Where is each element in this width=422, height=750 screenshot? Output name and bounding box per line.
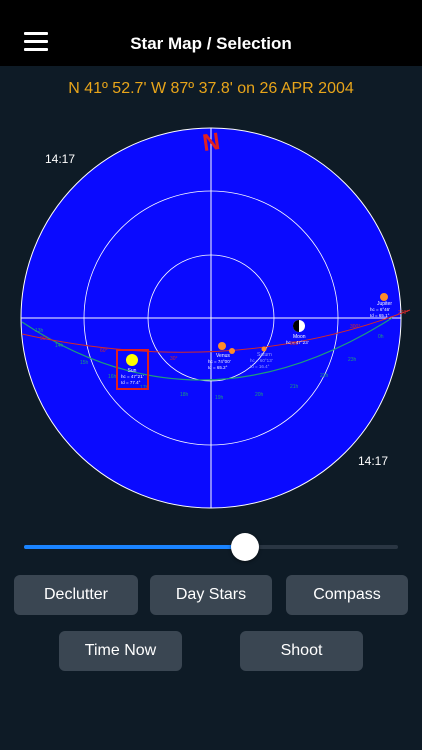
sun-icon: [126, 354, 138, 366]
map-time-bottom-right: 14:17: [358, 454, 389, 468]
svg-text:22h: 22h: [320, 373, 329, 379]
sun-distance: Id = 77.4°: [121, 380, 141, 385]
venus-distance: Id = 65.2°: [208, 365, 228, 370]
svg-text:0h: 0h: [378, 334, 384, 340]
shoot-button[interactable]: Shoot: [240, 631, 363, 671]
svg-text:18h: 18h: [180, 392, 189, 398]
svg-text:14h: 14h: [55, 343, 64, 349]
svg-text:21h: 21h: [290, 384, 299, 390]
svg-text:20h: 20h: [255, 392, 264, 398]
saturn-altitude: hc = 60°13': [250, 358, 273, 363]
svg-text:30°: 30°: [170, 356, 178, 362]
jupiter-icon: [380, 293, 388, 301]
jupiter-altitude: hc = 6°46': [370, 307, 390, 312]
svg-text:16h: 16h: [108, 374, 117, 380]
day-stars-button[interactable]: Day Stars: [150, 575, 272, 615]
svg-text:19h: 19h: [215, 395, 224, 401]
compass-button[interactable]: Compass: [286, 575, 408, 615]
svg-text:90°: 90°: [40, 336, 48, 342]
declutter-button[interactable]: Declutter: [14, 575, 138, 615]
svg-text:300°: 300°: [350, 324, 360, 330]
svg-text:60°: 60°: [100, 348, 108, 354]
saturn-icon: [261, 346, 267, 352]
time-slider-thumb[interactable]: [230, 533, 259, 561]
sun-altitude: hc = 47°21': [121, 374, 144, 379]
map-time-top-left: 14:17: [45, 152, 76, 166]
star-map[interactable]: 13h14h15h 16h17h18h 19h 20h21h 22h23h0h 9…: [0, 0, 422, 520]
venus-icon: [218, 342, 226, 350]
svg-text:15h: 15h: [80, 360, 89, 366]
svg-text:270°: 270°: [398, 310, 408, 316]
svg-text:13h: 13h: [35, 328, 44, 334]
jupiter-distance: Id = 65.1°: [370, 313, 390, 318]
time-now-button[interactable]: Time Now: [59, 631, 182, 671]
time-slider-fill: [24, 545, 245, 549]
moon-altitude: hc = 47°23': [286, 340, 309, 345]
svg-text:23h: 23h: [348, 357, 357, 363]
venus-altitude: hc = 74°00': [208, 359, 231, 364]
saturn-distance: Id = 16.4°: [250, 364, 270, 369]
